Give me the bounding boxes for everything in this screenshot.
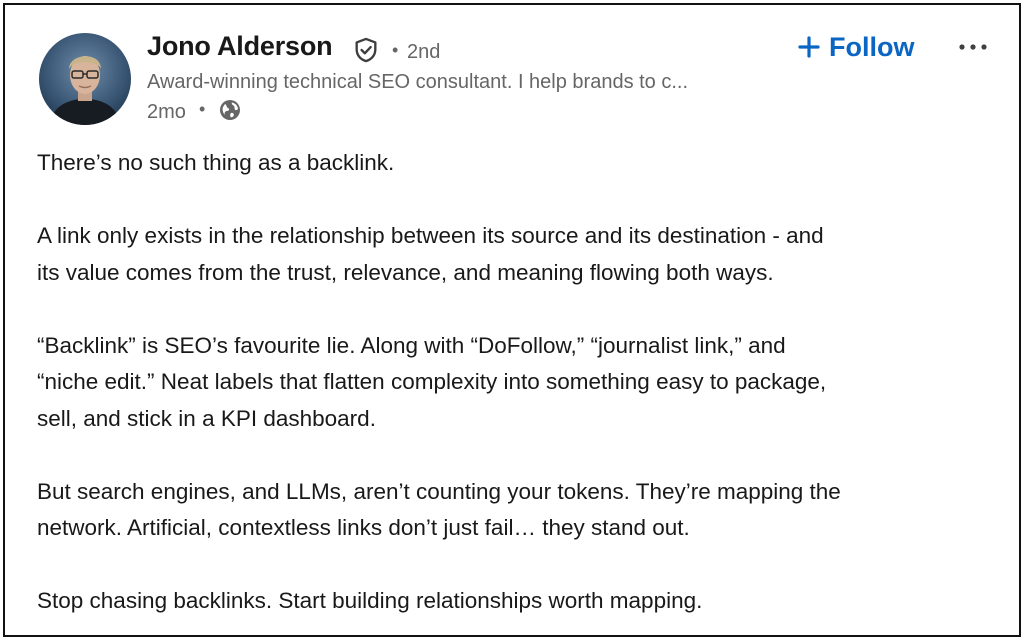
- connection-degree: 2nd: [407, 41, 441, 63]
- post-text-line: Stop chasing backlinks. Start building r…: [37, 588, 703, 613]
- post-text-line: There’s no such thing as a backlink.: [37, 150, 395, 175]
- post-text-line: “Backlink” is SEO’s favourite lie. Along…: [37, 332, 786, 358]
- follow-button[interactable]: Follow: [791, 27, 920, 67]
- post-paragraph: There’s no such thing as a backlink.: [37, 145, 1007, 182]
- follow-label: Follow: [829, 31, 915, 62]
- avatar-photo: [39, 33, 131, 125]
- author-name[interactable]: Jono Alderson: [147, 31, 333, 62]
- separator-dot: •: [199, 99, 206, 119]
- post-paragraph: Stop chasing backlinks. Start building r…: [37, 583, 1007, 620]
- post-paragraph: But search engines, and LLMs, aren’t cou…: [37, 474, 1007, 547]
- author-headline[interactable]: Award-winning technical SEO consultant. …: [147, 71, 688, 94]
- post-text-line: “niche edit.” Neat labels that flatten c…: [37, 369, 827, 394]
- post-text-line: But search engines, and LLMs, aren’t cou…: [37, 478, 841, 504]
- avatar[interactable]: [39, 33, 131, 125]
- globe-icon: [220, 100, 240, 120]
- plus-icon: [798, 36, 820, 58]
- post-timestamp[interactable]: 2mo: [147, 101, 186, 124]
- post-text-line: A link only exists in the relationship b…: [37, 223, 824, 248]
- post-text-line: network. Artificial, contextless links d…: [37, 515, 690, 540]
- verified-shield-icon: [355, 37, 377, 63]
- post-card: Jono Alderson • 2nd Award-winning techni…: [3, 3, 1021, 637]
- post-paragraph: A link only exists in the relationship b…: [37, 218, 1007, 291]
- more-options-button[interactable]: [950, 27, 996, 67]
- more-options-icon: [959, 44, 987, 50]
- post-text-line: its value comes from the trust, relevanc…: [37, 259, 774, 285]
- post-text-line: sell, and stick in a KPI dashboard.: [37, 405, 376, 431]
- separator-dot: •: [392, 40, 399, 60]
- post-body: There’s no such thing as a backlink. A li…: [37, 145, 1007, 620]
- post-paragraph: “Backlink” is SEO’s favourite lie. Along…: [37, 328, 1007, 438]
